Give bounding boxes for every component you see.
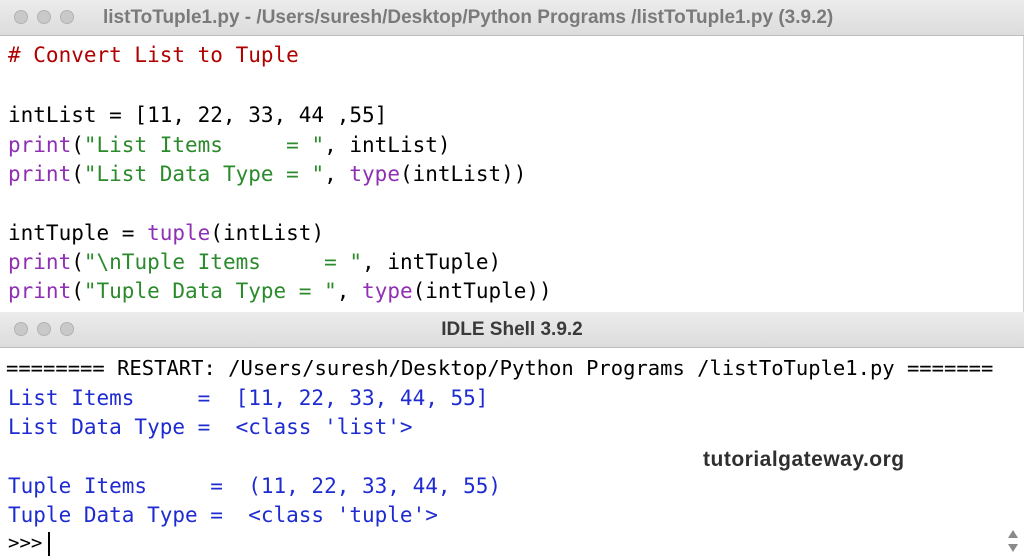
output-line: List Data Type = <class 'list'> xyxy=(8,415,413,439)
restart-banner: ======== RESTART: /Users/suresh/Desktop/… xyxy=(6,356,994,380)
minimize-button[interactable] xyxy=(37,10,51,24)
editor-title-bar: listToTuple1.py - /Users/suresh/Desktop/… xyxy=(0,0,1024,36)
shell-title-bar: IDLE Shell 3.9.2 xyxy=(0,312,1024,348)
watermark: tutorialgateway.org xyxy=(703,448,905,471)
code-line[interactable]: print("List Items = ", intList) xyxy=(8,130,451,160)
editor-window-title: listToTuple1.py - /Users/suresh/Desktop/… xyxy=(103,7,834,28)
output-line: Tuple Items = (11, 22, 33, 44, 55) xyxy=(8,474,502,498)
code-line[interactable]: print("Tuple Data Type = ", type(intTupl… xyxy=(8,276,552,306)
code-line[interactable]: print("\nTuple Items = ", intTuple) xyxy=(8,247,501,277)
code-line[interactable]: # Convert List to Tuple xyxy=(8,40,299,70)
text-cursor xyxy=(48,531,51,556)
close-button[interactable] xyxy=(14,10,28,24)
output-line: List Items = [11, 22, 33, 44, 55] xyxy=(8,386,489,410)
code-line[interactable]: intTuple = tuple(intList) xyxy=(8,218,324,248)
output-line: Tuple Data Type = <class 'tuple'> xyxy=(8,503,438,527)
scroll-up-arrow-icon[interactable] xyxy=(1008,530,1018,538)
shell-window-title: IDLE Shell 3.9.2 xyxy=(441,319,583,340)
shell-prompt[interactable]: >>> xyxy=(8,528,51,558)
window-controls xyxy=(14,10,74,24)
zoom-button[interactable] xyxy=(60,10,74,24)
code-editor[interactable]: # Convert List to Tuple intList = [11, 2… xyxy=(0,36,1024,312)
scroll-down-arrow-icon[interactable] xyxy=(1008,544,1018,552)
code-line[interactable]: print("List Data Type = ", type(intList)… xyxy=(8,159,526,189)
code-line[interactable]: intList = [11, 22, 33, 44 ,55] xyxy=(8,100,387,130)
